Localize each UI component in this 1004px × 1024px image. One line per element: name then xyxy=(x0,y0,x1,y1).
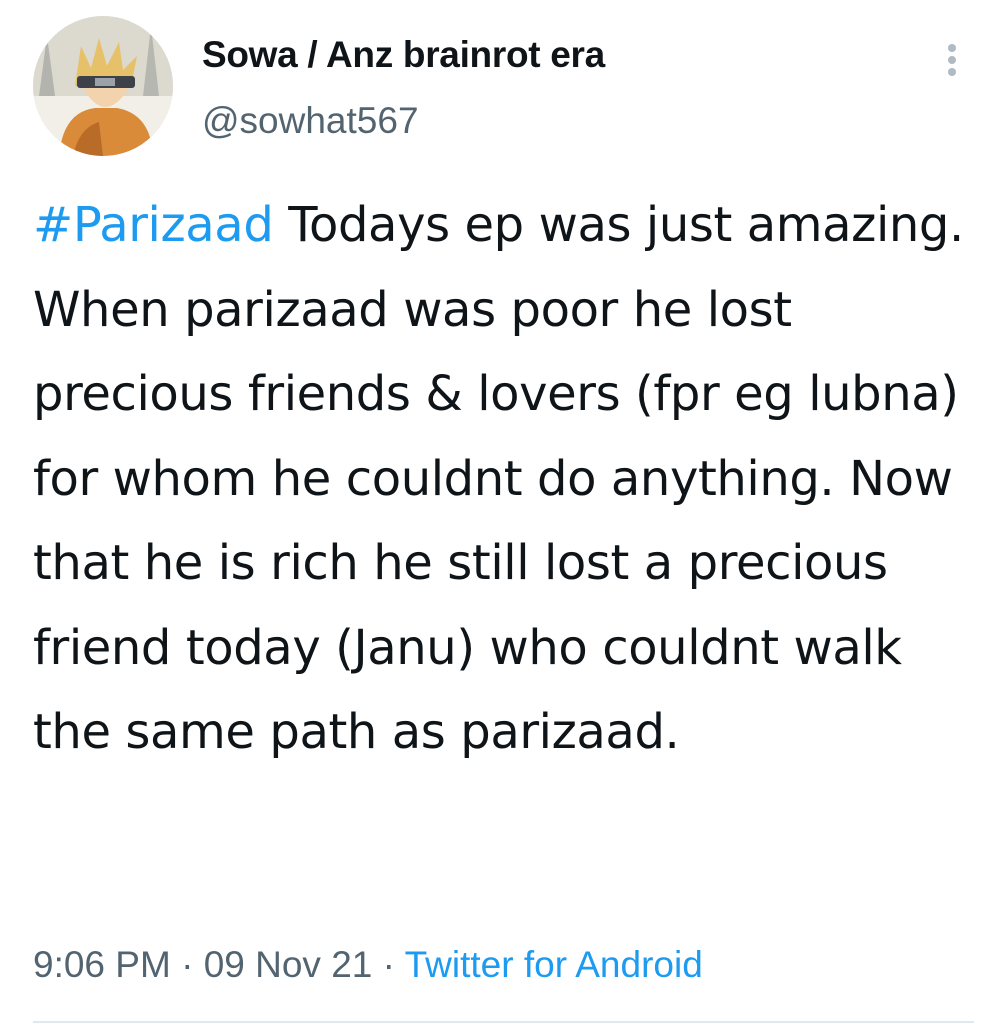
tweet-date[interactable]: 09 Nov 21 xyxy=(204,944,373,985)
hashtag-link[interactable]: #Parizaad xyxy=(33,197,274,253)
divider xyxy=(33,1021,974,1023)
meta-separator: · xyxy=(382,944,395,985)
tweet-body: Todays ep was just amazing. When parizaa… xyxy=(33,197,964,760)
more-dot xyxy=(948,44,956,52)
user-handle[interactable]: @sowhat567 xyxy=(202,100,419,142)
more-dot xyxy=(948,56,956,64)
display-name[interactable]: Sowa / Anz brainrot era xyxy=(202,34,605,76)
more-vertical-icon[interactable] xyxy=(935,38,969,82)
anime-avatar-icon xyxy=(33,16,173,156)
avatar[interactable] xyxy=(33,16,173,156)
tweet-meta: 9:06 PM · 09 Nov 21 · Twitter for Androi… xyxy=(33,944,703,986)
tweet-time[interactable]: 9:06 PM xyxy=(33,944,171,985)
tweet-text: #Parizaad Todays ep was just amazing. Wh… xyxy=(33,183,983,775)
tweet-source-link[interactable]: Twitter for Android xyxy=(405,944,703,985)
tweet-card: Sowa / Anz brainrot era @sowhat567 #Pari… xyxy=(0,0,1004,1024)
meta-separator: · xyxy=(181,944,194,985)
more-dot xyxy=(948,68,956,76)
